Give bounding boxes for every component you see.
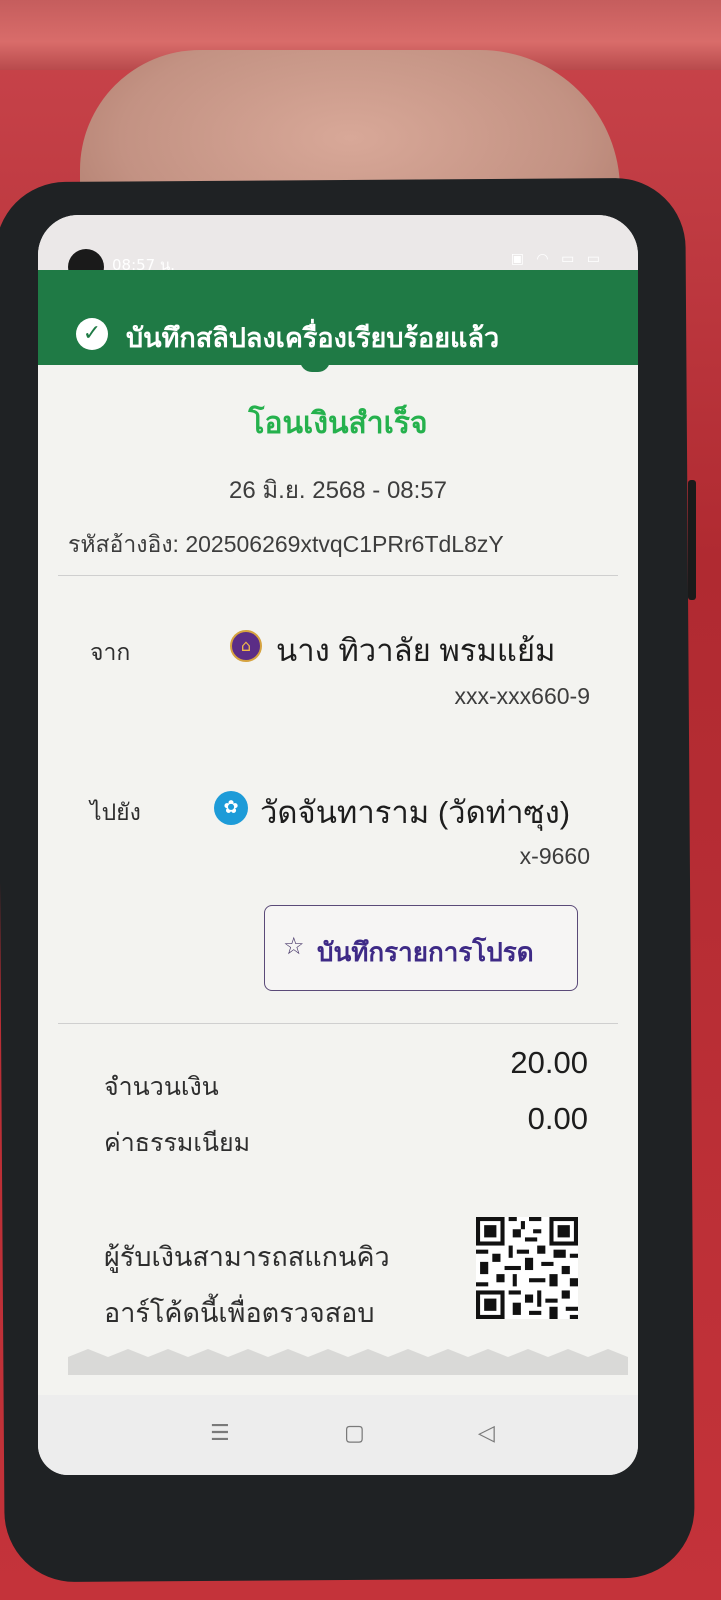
phone-screen: 08:57 น. ▣ ◠ ▭ ▭ ✓ บันทึกสลิปลงเครื่องเร… — [38, 215, 638, 1475]
star-icon: ☆ — [283, 932, 305, 960]
amount-value: 20.00 — [510, 1045, 588, 1080]
back-triangle-icon[interactable]: ◁ — [478, 1421, 495, 1446]
recipient-name: วัดจันทาราม (วัดท่าซุง) — [260, 795, 571, 830]
receipt-tear-edge — [68, 1349, 628, 1375]
sender-name: นาง ทิวาลัย พรมแย้ม — [276, 633, 556, 668]
save-favorite-label: บันทึกรายการโปรด — [317, 937, 534, 967]
transaction-datetime: 26 มิ.ย. 2568 - 08:57 — [228, 477, 448, 504]
ktb-bank-icon: ✿ — [214, 791, 248, 825]
banner-notch — [300, 360, 330, 372]
scb-bank-icon: ⌂ — [230, 630, 262, 662]
fee-value: 0.00 — [527, 1101, 588, 1136]
menu-icon[interactable]: ☰ — [210, 1421, 230, 1446]
battery-saver-icon: ▭ — [561, 251, 579, 267]
divider — [58, 1023, 618, 1024]
sender-account: xxx-xxx660-9 — [454, 683, 590, 709]
sim-icon: ▣ — [510, 251, 528, 267]
check-circle-icon: ✓ — [76, 318, 108, 350]
to-label: ไปยัง — [90, 799, 141, 825]
status-bar: 08:57 น. ▣ ◠ ▭ ▭ — [38, 215, 638, 274]
recipient-account: x-9660 — [519, 843, 590, 869]
qr-note-line1: ผู้รับเงินสามารถสแกนคิว — [104, 1242, 390, 1272]
save-favorite-button[interactable]: ☆ บันทึกรายการโปรด — [264, 905, 578, 991]
qr-code — [476, 1217, 578, 1319]
status-icons: ▣ ◠ ▭ ▭ — [511, 251, 604, 267]
square-icon[interactable]: ▢ — [344, 1421, 365, 1446]
reference-number: รหัสอ้างอิง: 202506269xtvqC1PRr6TdL8zY — [68, 531, 504, 557]
battery-icon: ▭ — [586, 251, 604, 267]
system-nav-bar: ☰ ▢ ◁ — [38, 1395, 638, 1475]
receipt-title: โอนเงินสำเร็จ — [248, 407, 428, 440]
banner-text: บันทึกสลิปลงเครื่องเรียบร้อยแล้ว — [126, 323, 500, 353]
wifi-icon: ◠ — [536, 251, 553, 267]
qr-note-line2: อาร์โค้ดนี้เพื่อตรวจสอบ — [104, 1298, 375, 1328]
side-button — [688, 480, 696, 600]
amount-label: จำนวนเงิน — [104, 1073, 219, 1101]
fee-label: ค่าธรรมเนียม — [104, 1129, 251, 1157]
divider — [58, 575, 618, 576]
saved-banner: ✓ บันทึกสลิปลงเครื่องเรียบร้อยแล้ว — [38, 270, 638, 365]
from-label: จาก — [90, 639, 131, 665]
